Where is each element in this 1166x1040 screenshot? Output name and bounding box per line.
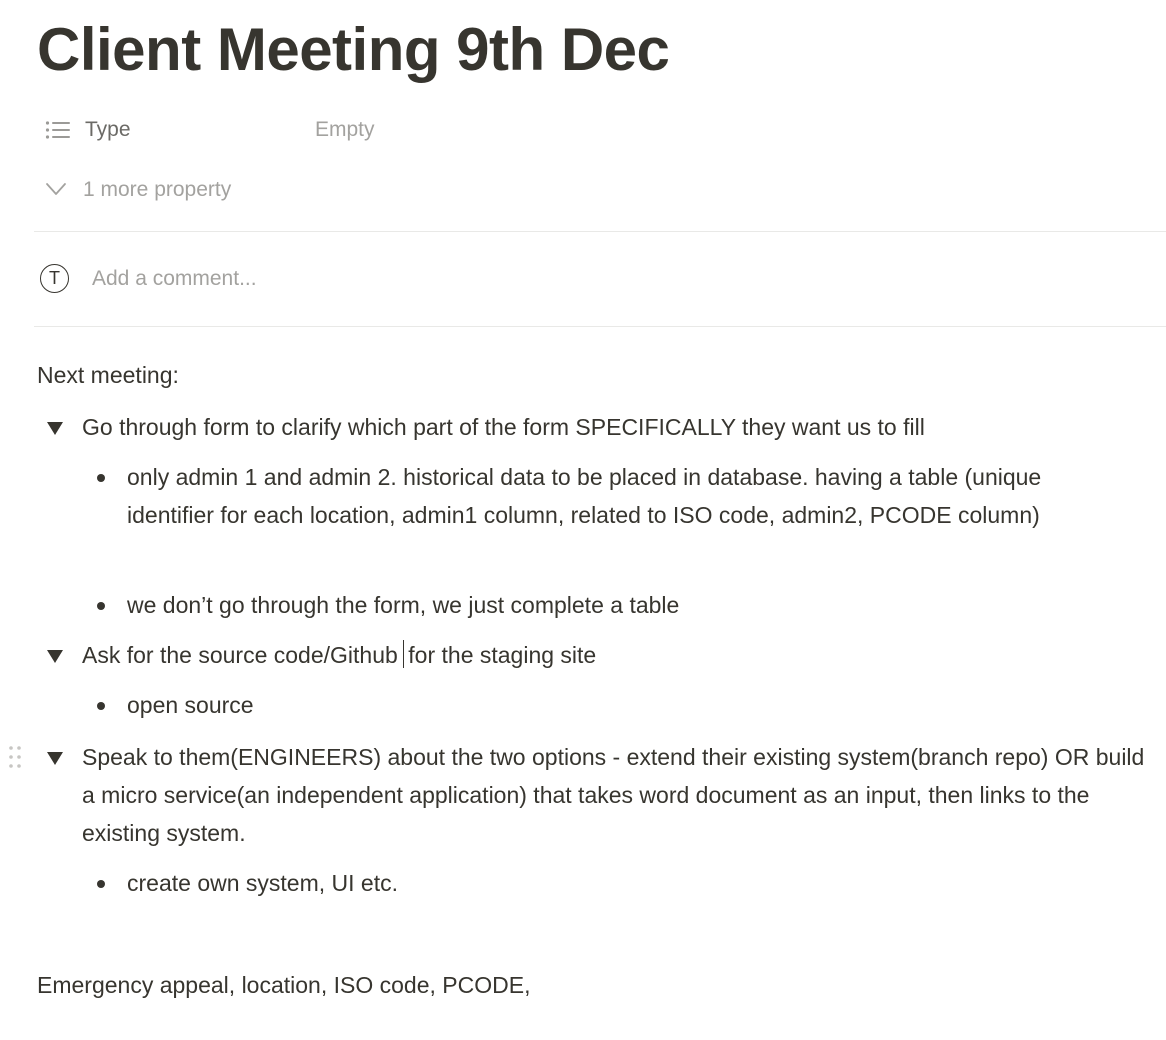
list-item: open source <box>90 686 1130 726</box>
bullet-icon <box>97 602 105 610</box>
property-name: Type <box>85 118 131 141</box>
toggle-text[interactable]: Go through form to clarify which part of… <box>82 408 1152 446</box>
chevron-down-icon <box>46 183 66 195</box>
text-cursor <box>402 640 405 668</box>
list-item: create own system, UI etc. <box>90 864 1130 904</box>
avatar: T <box>40 264 69 293</box>
bullet-text[interactable]: open source <box>127 686 1127 724</box>
bullet-icon <box>97 702 105 710</box>
toggle-triangle-icon[interactable] <box>47 650 63 663</box>
toggle-block: Speak to them(ENGINEERS) about the two o… <box>37 738 1147 854</box>
toggle-block: Ask for the source code/Github for the st… <box>37 636 1147 676</box>
bullet-icon <box>97 880 105 888</box>
bullet-icon <box>97 474 105 482</box>
comment-row: T Add a comment... <box>38 264 438 300</box>
property-value-empty[interactable]: Empty <box>315 118 375 142</box>
list-icon <box>45 121 70 139</box>
divider <box>34 231 1166 232</box>
page-title[interactable]: Client Meeting 9th Dec <box>37 12 670 88</box>
avatar-letter: T <box>49 268 60 288</box>
toggle-text-part: for the staging site <box>408 642 597 668</box>
divider <box>34 326 1166 327</box>
toggle-block: Go through form to clarify which part of… <box>37 408 1147 448</box>
list-item: we don’t go through the form, we just co… <box>90 586 1130 626</box>
bullet-text[interactable]: only admin 1 and admin 2. historical dat… <box>127 458 1127 534</box>
more-properties-label: 1 more property <box>83 178 232 201</box>
comment-input[interactable]: Add a comment... <box>92 267 257 291</box>
toggle-text-part: Ask for the source code/Github <box>82 642 398 668</box>
toggle-text[interactable]: Ask for the source code/Github for the st… <box>82 636 1152 674</box>
bullet-text[interactable]: we don’t go through the form, we just co… <box>127 586 1127 624</box>
list-item: only admin 1 and admin 2. historical dat… <box>90 458 1130 574</box>
text-block[interactable]: Next meeting: <box>37 356 179 394</box>
drag-handle-icon[interactable] <box>8 745 22 769</box>
bullet-text[interactable]: create own system, UI etc. <box>127 864 1127 902</box>
toggle-text[interactable]: Speak to them(ENGINEERS) about the two o… <box>82 738 1152 852</box>
text-block[interactable]: Emergency appeal, location, ISO code, PC… <box>37 966 530 1004</box>
toggle-triangle-icon[interactable] <box>47 422 63 435</box>
toggle-triangle-icon[interactable] <box>47 752 63 765</box>
